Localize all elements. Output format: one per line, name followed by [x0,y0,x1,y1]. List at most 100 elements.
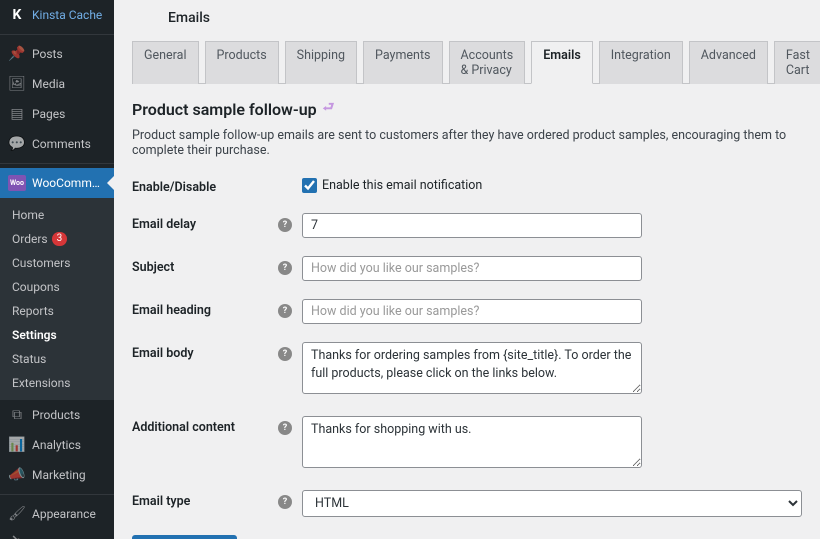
sidebar-item-appearance[interactable]: 🖌 Appearance [0,499,114,529]
save-button[interactable]: Save changes [132,535,237,539]
submenu-settings[interactable]: Settings [0,323,114,347]
enable-checkbox-wrap[interactable]: Enable this email notification [302,176,642,193]
sidebar-item-label: Marketing [32,468,86,482]
sidebar-item-kinsta[interactable]: K Kinsta Cache [0,0,114,30]
sidebar-item-label: Comments [32,137,91,151]
comment-icon: 💬 [8,135,26,153]
sidebar-item-pages[interactable]: ▤ Pages [0,99,114,129]
help-icon[interactable]: ? [278,261,292,275]
enable-label: Enable/Disable [132,176,302,195]
delay-input[interactable] [302,213,642,238]
sidebar-separator [0,30,114,35]
submenu-customers[interactable]: Customers [0,251,114,275]
help-icon[interactable]: ? [278,304,292,318]
tab-emails[interactable]: Emails [531,41,593,84]
tab-payments[interactable]: Payments [363,41,442,84]
subject-label-col: Subject ? [132,256,302,275]
additional-label-col: Additional content ? [132,416,302,435]
sidebar-item-posts[interactable]: 📌 Posts [0,39,114,69]
help-icon[interactable]: ? [278,347,292,361]
sidebar-item-comments[interactable]: 💬 Comments [0,129,114,159]
sidebar-item-woocommerce[interactable]: Woo WooCommerce [0,168,114,198]
kinsta-icon: K [8,6,26,24]
tab-shipping[interactable]: Shipping [285,41,357,84]
submenu-status[interactable]: Status [0,347,114,371]
type-label-col: Email type ? [132,490,302,509]
analytics-icon: 📊 [8,436,26,454]
subject-label: Subject [132,260,174,275]
tab-integration[interactable]: Integration [599,41,683,84]
help-icon[interactable]: ? [278,495,292,509]
woocommerce-submenu: Home Orders 3 Customers Coupons Reports … [0,198,114,400]
type-select[interactable]: HTML [302,490,802,517]
tab-general[interactable]: General [132,41,199,84]
sidebar-item-label: Media [32,77,65,91]
body-label-col: Email body ? [132,342,302,361]
subject-field [302,256,642,281]
page-icon: ▤ [8,105,26,123]
sidebar-item-label: Posts [32,47,63,61]
body-field [302,342,642,398]
heading-field [302,299,642,324]
submenu-extensions[interactable]: Extensions [0,371,114,395]
sidebar-item-plugins[interactable]: 🔌 Plugins [0,529,114,539]
submenu-label: Orders [12,232,48,246]
brush-icon: 🖌 [8,505,26,523]
delay-label-col: Email delay ? [132,213,302,232]
enable-checkbox[interactable] [302,178,317,193]
body-textarea[interactable] [302,342,642,394]
plugin-icon: 🔌 [8,535,26,539]
section-heading-text: Product sample follow-up [132,100,317,119]
row-subject: Subject ? [132,256,802,281]
row-enable: Enable/Disable Enable this email notific… [132,176,802,195]
row-body: Email body ? [132,342,802,398]
submenu-orders[interactable]: Orders 3 [0,227,114,251]
tab-advanced[interactable]: Advanced [689,41,768,84]
additional-field [302,416,642,472]
additional-textarea[interactable] [302,416,642,468]
sidebar-separator [0,490,114,495]
return-icon[interactable]: ⮐ [323,98,335,120]
sidebar-item-media[interactable]: 🖼 Media [0,69,114,99]
tab-accounts[interactable]: Accounts & Privacy [449,41,526,84]
sidebar-item-label: Analytics [32,438,81,452]
sidebar-item-label: Appearance [32,507,96,521]
type-field: HTML [302,490,802,517]
sidebar-item-analytics[interactable]: 📊 Analytics [0,430,114,460]
heading-label: Email heading [132,303,211,318]
submenu-home[interactable]: Home [0,203,114,227]
sidebar-item-marketing[interactable]: 📣 Marketing [0,460,114,490]
sidebar-item-label: Pages [32,107,65,121]
orders-badge: 3 [52,232,68,246]
sidebar-item-label: Kinsta Cache [32,8,102,22]
submenu-reports[interactable]: Reports [0,299,114,323]
main-content: Emails General Products Shipping Payment… [114,0,820,539]
type-label: Email type [132,494,190,509]
tab-fastcart[interactable]: Fast Cart [774,41,820,84]
admin-sidebar: K Kinsta Cache 📌 Posts 🖼 Media ▤ Pages 💬… [0,0,114,539]
row-type: Email type ? HTML [132,490,802,517]
delay-field [302,213,642,238]
delay-label: Email delay [132,217,196,232]
tab-products[interactable]: Products [205,41,279,84]
section-description: Product sample follow-up emails are sent… [132,128,802,158]
additional-label: Additional content [132,420,235,435]
body-label: Email body [132,346,194,361]
submenu-coupons[interactable]: Coupons [0,275,114,299]
media-icon: 🖼 [8,75,26,93]
heading-input[interactable] [302,299,642,324]
row-delay: Email delay ? [132,213,802,238]
woocommerce-icon: Woo [8,174,26,192]
enable-field: Enable this email notification [302,176,642,193]
sidebar-item-products[interactable]: ⧉ Products [0,400,114,430]
marketing-icon: 📣 [8,466,26,484]
help-icon[interactable]: ? [278,421,292,435]
row-additional: Additional content ? [132,416,802,472]
sidebar-item-label: WooCommerce [32,176,106,190]
help-icon[interactable]: ? [278,218,292,232]
row-heading: Email heading ? [132,299,802,324]
subject-input[interactable] [302,256,642,281]
sidebar-item-label: Products [32,408,80,422]
sidebar-separator [0,159,114,164]
enable-checkbox-label: Enable this email notification [322,178,482,193]
